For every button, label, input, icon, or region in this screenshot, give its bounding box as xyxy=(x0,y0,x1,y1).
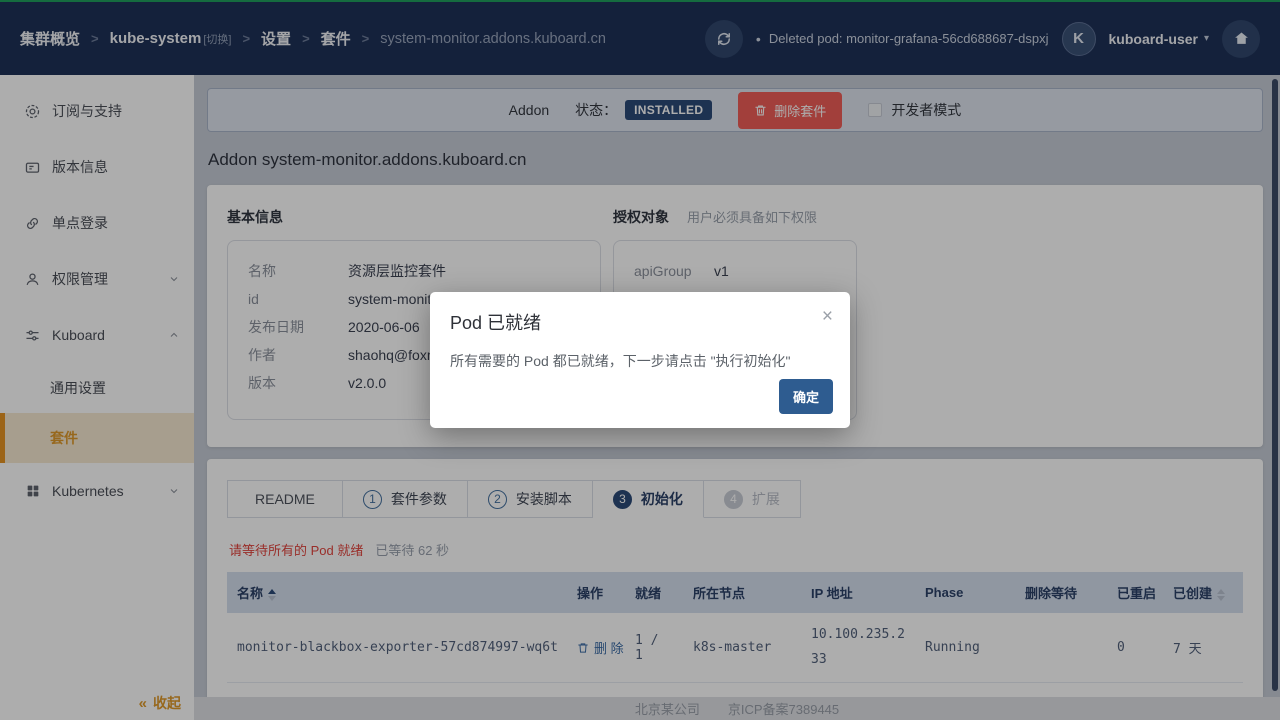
app-window: 集群概览 > kube-system[切换] > 设置 > 套件 > syste… xyxy=(0,0,1280,720)
dialog-message: 所有需要的 Pod 都已就绪，下一步请点击 "执行初始化" xyxy=(450,351,830,371)
dialog-title: Pod 已就绪 xyxy=(450,309,830,335)
confirm-button[interactable]: 确定 xyxy=(779,379,833,414)
pod-ready-dialog: Pod 已就绪 × 所有需要的 Pod 都已就绪，下一步请点击 "执行初始化" … xyxy=(430,292,850,428)
close-icon[interactable]: × xyxy=(822,307,833,326)
